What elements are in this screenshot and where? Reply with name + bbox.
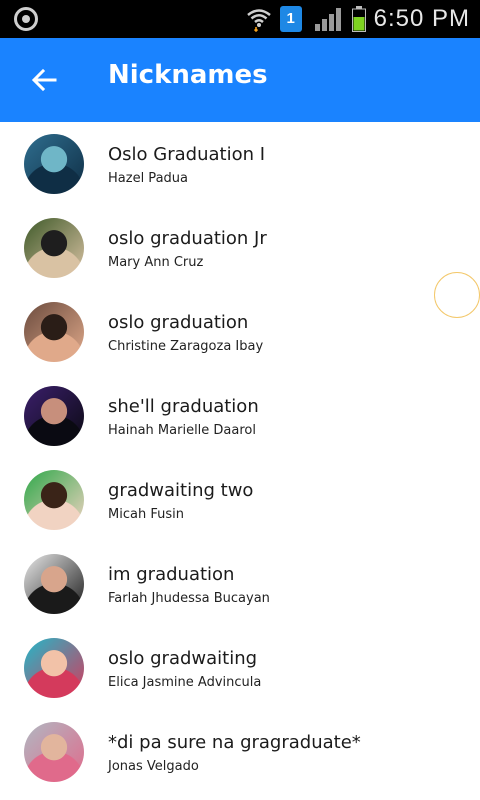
contact-name: Micah Fusin <box>108 507 184 522</box>
avatar <box>24 302 84 362</box>
nickname: gradwaiting two <box>108 480 254 501</box>
avatar <box>24 722 84 782</box>
contact-name: Farlah Jhudessa Bucayan <box>108 591 270 606</box>
nickname-list: Oslo Graduation I Hazel Padua oslo gradu… <box>0 122 480 794</box>
touch-indicator <box>434 272 480 318</box>
contact-name: Hazel Padua <box>108 171 188 186</box>
avatar <box>24 218 84 278</box>
contact-name: Elica Jasmine Advincula <box>108 675 262 690</box>
sim-icon: 1 <box>279 6 302 32</box>
battery-icon <box>351 6 366 32</box>
contact-name: Hainah Marielle Daarol <box>108 423 256 438</box>
avatar <box>24 134 84 194</box>
nickname: Oslo Graduation I <box>108 144 266 165</box>
list-item[interactable]: oslo graduation Jr Mary Ann Cruz <box>0 206 480 290</box>
clock: 6:50 PM <box>373 5 470 32</box>
back-button[interactable] <box>22 58 66 102</box>
nickname: oslo gradwaiting <box>108 648 258 669</box>
list-item[interactable]: oslo gradwaiting Elica Jasmine Advincula <box>0 626 480 710</box>
contact-name: Jonas Velgado <box>108 759 199 774</box>
nickname: im graduation <box>108 564 235 585</box>
list-item[interactable]: im graduation Farlah Jhudessa Bucayan <box>0 542 480 626</box>
signal-icon <box>314 8 341 31</box>
contact-name: Christine Zaragoza Ibay <box>108 339 264 354</box>
nickname: oslo graduation <box>108 312 249 333</box>
arrow-left-icon <box>31 68 57 92</box>
nickname: *di pa sure na gragraduate* <box>108 732 361 753</box>
app-bar: Nicknames <box>0 38 480 122</box>
list-item[interactable]: oslo graduation Christine Zaragoza Ibay <box>0 290 480 374</box>
nickname: she'll graduation <box>108 396 259 417</box>
nickname: oslo graduation Jr <box>108 228 267 249</box>
page-title: Nicknames <box>108 60 268 90</box>
list-item[interactable]: gradwaiting two Micah Fusin <box>0 458 480 542</box>
list-item[interactable]: *di pa sure na gragraduate* Jonas Velgad… <box>0 710 480 794</box>
avatar <box>24 386 84 446</box>
status-bar: 1 6:50 PM <box>0 0 480 38</box>
list-item[interactable]: she'll graduation Hainah Marielle Daarol <box>0 374 480 458</box>
avatar <box>24 638 84 698</box>
status-icons: 1 6:50 PM <box>246 4 470 34</box>
list-item[interactable]: Oslo Graduation I Hazel Padua <box>0 122 480 206</box>
contact-name: Mary Ann Cruz <box>108 255 204 270</box>
notification-icon <box>14 7 38 31</box>
avatar <box>24 470 84 530</box>
wifi-icon <box>246 9 271 32</box>
avatar <box>24 554 84 614</box>
